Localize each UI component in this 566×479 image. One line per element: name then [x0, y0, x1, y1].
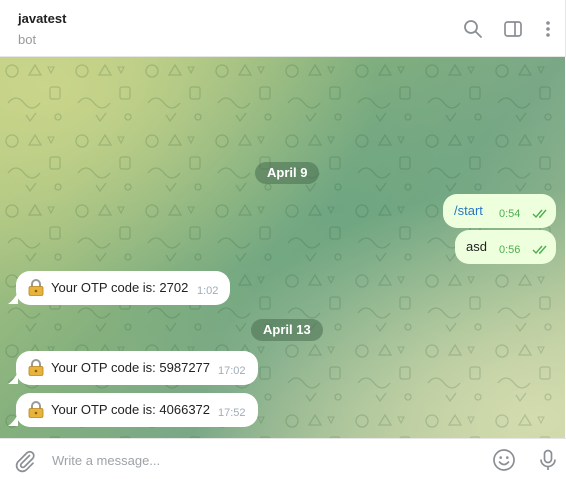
search-icon[interactable] [463, 19, 483, 39]
chat-header: javatest bot [0, 0, 566, 57]
message-time: 17:52 [218, 407, 246, 419]
chat-title[interactable]: javatest [18, 11, 66, 26]
message-input[interactable] [52, 449, 472, 471]
lock-icon [28, 359, 44, 376]
chat-background[interactable]: April 9 /start 0:54 asd 0:56 Your OTP co… [0, 57, 565, 438]
date-separator: April 9 [255, 162, 320, 184]
lock-icon [28, 401, 44, 418]
date-separator: April 13 [251, 319, 323, 341]
attach-icon[interactable] [13, 449, 37, 473]
lock-icon [28, 279, 44, 296]
message-text: asd [466, 239, 487, 254]
emoji-icon[interactable] [492, 448, 516, 472]
bot-command-link[interactable]: /start [454, 194, 483, 228]
microphone-icon[interactable] [536, 448, 560, 472]
message-text: Your OTP code is: 4066372 [51, 402, 211, 417]
read-ticks-icon [532, 245, 547, 255]
outgoing-message[interactable]: /start 0:54 [443, 194, 556, 228]
sidebar-toggle-icon[interactable] [503, 19, 523, 39]
message-time: 17:02 [218, 365, 246, 377]
read-ticks-icon [532, 209, 547, 219]
incoming-message[interactable]: Your OTP code is: 5987277 17:02 [16, 351, 258, 385]
more-vertical-icon[interactable] [538, 19, 558, 39]
chat-subtitle: bot [18, 32, 37, 47]
outgoing-message[interactable]: asd 0:56 [455, 230, 556, 264]
message-text: Your OTP code is: 2702 [51, 280, 189, 295]
incoming-message[interactable]: Your OTP code is: 4066372 17:52 [16, 393, 258, 427]
incoming-message[interactable]: Your OTP code is: 2702 1:02 [16, 271, 230, 305]
message-time: 0:56 [499, 244, 521, 256]
message-time: 1:02 [197, 285, 219, 297]
message-time: 0:54 [499, 208, 521, 220]
message-text: Your OTP code is: 5987277 [51, 360, 211, 375]
message-composer [0, 438, 566, 479]
